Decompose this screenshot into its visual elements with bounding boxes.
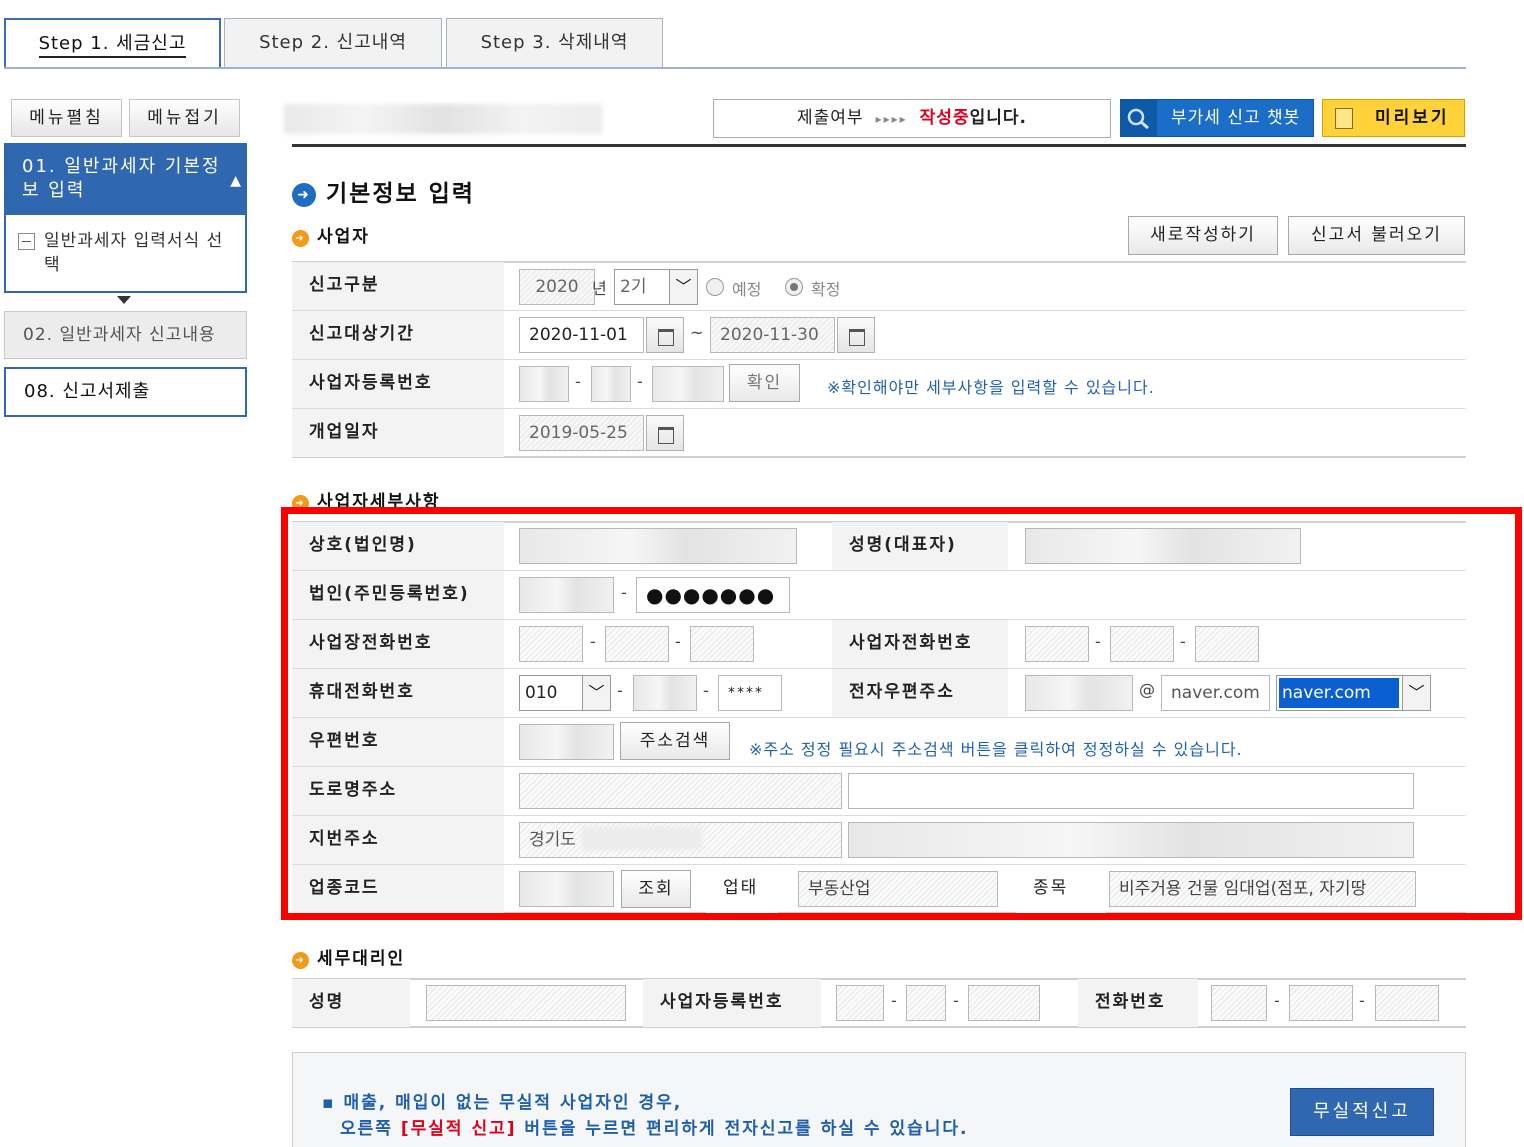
info-line2-post: 버튼을 누르면 편리하게 전자신고를 하실 수 있습니다. — [516, 1119, 969, 1139]
report-period-label: 신고대상기간 — [292, 311, 504, 359]
arrow-down-icon — [117, 296, 131, 304]
row-report-period: 신고대상기간 2020-11-01 ~ 2020-11-30 — [292, 311, 1466, 360]
biz-reg-part3 — [652, 366, 724, 402]
agent-name-label: 성명 — [292, 979, 410, 1027]
status-prefix: 제출여부 — [797, 108, 864, 128]
menu-item-basic-info-label: 01. 일반과세자 기본정보 입력 — [22, 156, 221, 201]
period-start-field[interactable]: 2020-11-01 — [519, 317, 644, 353]
tab-step1-label: Step 1. 세금신고 — [38, 33, 187, 58]
dash: - — [1359, 991, 1365, 1010]
radio-final[interactable] — [785, 278, 803, 296]
load-report-button[interactable]: 신고서 불러오기 — [1288, 216, 1465, 255]
section-title: ➜ 기본정보 입력 — [292, 174, 475, 208]
status-state: 작성중 — [919, 108, 970, 128]
new-report-button[interactable]: 새로작성하기 — [1128, 216, 1278, 255]
business-heading: ➜ 사업자 — [292, 222, 370, 247]
biz-reg-part2 — [591, 366, 631, 402]
radio-preliminary-label: 예정 — [732, 280, 762, 299]
confirm-button[interactable]: 확인 — [729, 364, 800, 402]
preview-button[interactable]: 미리보기 — [1322, 99, 1465, 137]
agent-reg-part3[interactable] — [968, 985, 1040, 1021]
chevron-down-icon: ﹀ — [669, 270, 697, 304]
agent-phone-part2[interactable] — [1289, 985, 1353, 1021]
dash: - — [637, 372, 643, 391]
menu-expand-button[interactable]: 메뉴펼침 — [11, 99, 122, 137]
submenu-form-select[interactable]: 일반과세자 입력서식 선택 — [4, 215, 247, 293]
agent-heading-text: 세무대리인 — [317, 949, 406, 969]
vat-chatbot-button[interactable]: 부가세 신고 챗봇 — [1120, 99, 1314, 137]
bullet-icon: ➜ — [292, 952, 309, 969]
report-type-label: 신고구분 — [292, 262, 504, 310]
status-suffix: 입니다. — [969, 108, 1027, 128]
agent-name-field[interactable] — [426, 985, 626, 1021]
highlight-box — [281, 507, 1522, 920]
submission-status: 제출여부 ▸▸▸▸ 작성중입니다. — [713, 99, 1111, 138]
tab-step3[interactable]: Step 3. 삭제내역 — [446, 18, 663, 68]
tab-step2[interactable]: Step 2. 신고내역 — [224, 18, 442, 68]
menu-item-basic-info[interactable]: 01. 일반과세자 기본정보 입력 ▲ — [4, 143, 247, 215]
open-date-label: 개업일자 — [292, 409, 504, 457]
row-biz-reg-number: 사업자등록번호 - - 확인 ※확인해야만 세부사항을 입력할 수 있습니다. — [292, 360, 1466, 409]
tab-step3-label: Step 3. 삭제내역 — [480, 32, 629, 53]
agent-phone-part1[interactable] — [1211, 985, 1267, 1021]
minus-icon — [18, 233, 35, 250]
tab-step2-label: Step 2. 신고내역 — [259, 32, 407, 53]
agent-reg-part2[interactable] — [906, 985, 946, 1021]
tab-step1[interactable]: Step 1. 세금신고 — [4, 18, 221, 68]
agent-phone-part3[interactable] — [1375, 985, 1439, 1021]
year-unit: 년 — [592, 279, 607, 298]
dash: - — [575, 372, 581, 391]
vat-chatbot-label: 부가세 신고 챗봇 — [1171, 108, 1301, 128]
row-open-date: 개업일자 2019-05-25 — [292, 409, 1466, 458]
preview-label: 미리보기 — [1375, 108, 1450, 128]
confirm-note: ※확인해야만 세부사항을 입력할 수 있습니다. — [827, 378, 1155, 397]
chevron-up-icon: ▲ — [230, 173, 243, 189]
calendar-icon[interactable] — [646, 317, 684, 353]
business-heading-text: 사업자 — [317, 227, 370, 247]
calendar-icon[interactable] — [837, 317, 875, 353]
menu-collapse-button[interactable]: 메뉴접기 — [129, 99, 240, 137]
bullet-icon: ➜ — [292, 230, 309, 247]
row-agent: 성명 사업자등록번호 - - 전화번호 - - — [292, 979, 1466, 1028]
dash: - — [953, 991, 959, 1010]
radio-final-label: 확정 — [811, 280, 841, 299]
info-line1: ▪ 매출, 매입이 없는 무실적 사업자인 경우, — [322, 1093, 683, 1113]
arrow-right-circle-icon: ➜ — [292, 183, 316, 207]
row-report-type: 신고구분 2020 년 2기 ﹀ 예정 확정 — [292, 262, 1466, 311]
radio-preliminary[interactable] — [706, 278, 724, 296]
dash: - — [891, 991, 897, 1010]
open-date-field: 2019-05-25 — [519, 415, 644, 451]
status-arrows: ▸▸▸▸ — [875, 112, 908, 126]
menu-item-submit[interactable]: 08. 신고서제출 — [4, 367, 247, 417]
submenu-form-select-label: 일반과세자 입력서식 선택 — [44, 231, 224, 275]
dash: - — [1274, 991, 1280, 1010]
info-line2-pre: 오른쪽 — [340, 1119, 401, 1139]
year-field: 2020 — [519, 269, 595, 305]
no-sales-report-button[interactable]: 무실적신고 — [1290, 1088, 1434, 1136]
search-document-icon — [1121, 100, 1157, 136]
blurred-business-name — [284, 104, 602, 134]
agent-phone-label: 전화번호 — [1078, 979, 1198, 1027]
document-icon — [1335, 108, 1353, 129]
info-line2: 오른쪽 [무실적 신고] 버튼을 누르면 편리하게 전자신고를 하실 수 있습니… — [340, 1114, 968, 1139]
period-select[interactable]: 2기 ﹀ — [614, 269, 698, 305]
tab-underline — [4, 67, 1466, 69]
section-title-text: 기본정보 입력 — [326, 181, 475, 207]
biz-reg-label: 사업자등록번호 — [292, 360, 504, 408]
menu-item-report-content[interactable]: 02. 일반과세자 신고내용 — [4, 311, 247, 359]
calendar-icon[interactable] — [646, 415, 684, 451]
period-tilde: ~ — [690, 323, 704, 342]
info-line2-red: [무실적 신고] — [400, 1119, 517, 1139]
agent-reg-label: 사업자등록번호 — [643, 979, 821, 1027]
period-end-field: 2020-11-30 — [710, 317, 835, 353]
agent-reg-part1[interactable] — [836, 985, 884, 1021]
period-select-value: 2기 — [620, 277, 647, 297]
biz-reg-part1 — [519, 366, 569, 402]
header-divider — [292, 144, 1466, 147]
agent-heading: ➜ 세무대리인 — [292, 944, 405, 969]
